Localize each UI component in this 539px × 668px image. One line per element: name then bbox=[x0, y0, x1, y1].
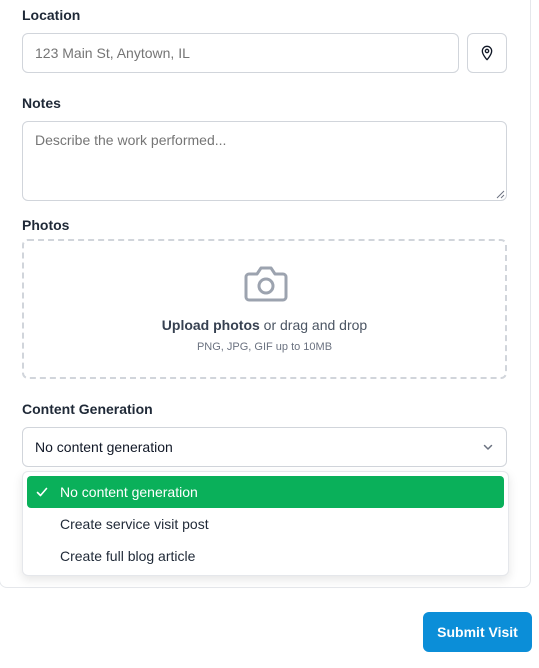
content-generation-select[interactable]: No content generation bbox=[22, 427, 507, 467]
upload-instructions: Upload photos or drag and drop bbox=[24, 317, 505, 333]
chevron-down-icon bbox=[483, 444, 493, 450]
option-create-service-visit-post[interactable]: Create service visit post bbox=[27, 508, 504, 540]
content-generation-menu: No content generation Create service vis… bbox=[22, 471, 509, 576]
notes-label: Notes bbox=[22, 95, 61, 111]
drag-drop-text: or drag and drop bbox=[259, 317, 368, 333]
photo-dropzone[interactable]: Upload photos or drag and drop PNG, JPG,… bbox=[22, 239, 507, 379]
option-label: Create full blog article bbox=[60, 548, 196, 564]
location-input[interactable] bbox=[22, 33, 459, 73]
check-icon bbox=[36, 487, 48, 497]
location-label: Location bbox=[22, 7, 81, 23]
selected-value: No content generation bbox=[35, 439, 173, 455]
option-create-full-blog-article[interactable]: Create full blog article bbox=[27, 540, 504, 572]
option-no-content-generation[interactable]: No content generation bbox=[27, 476, 504, 508]
submit-visit-button[interactable]: Submit Visit bbox=[423, 612, 532, 652]
photos-label: Photos bbox=[22, 217, 70, 233]
option-label: No content generation bbox=[60, 484, 198, 500]
option-label: Create service visit post bbox=[60, 516, 209, 532]
notes-textarea[interactable] bbox=[22, 121, 507, 201]
camera-icon bbox=[244, 266, 288, 302]
content-generation-label: Content Generation bbox=[22, 401, 153, 417]
map-pin-icon bbox=[481, 45, 493, 61]
use-location-button[interactable] bbox=[467, 33, 507, 73]
resize-grip-icon[interactable] bbox=[495, 189, 505, 199]
upload-hint: PNG, JPG, GIF up to 10MB bbox=[196, 341, 333, 353]
upload-photos-link[interactable]: Upload photos bbox=[162, 317, 260, 333]
